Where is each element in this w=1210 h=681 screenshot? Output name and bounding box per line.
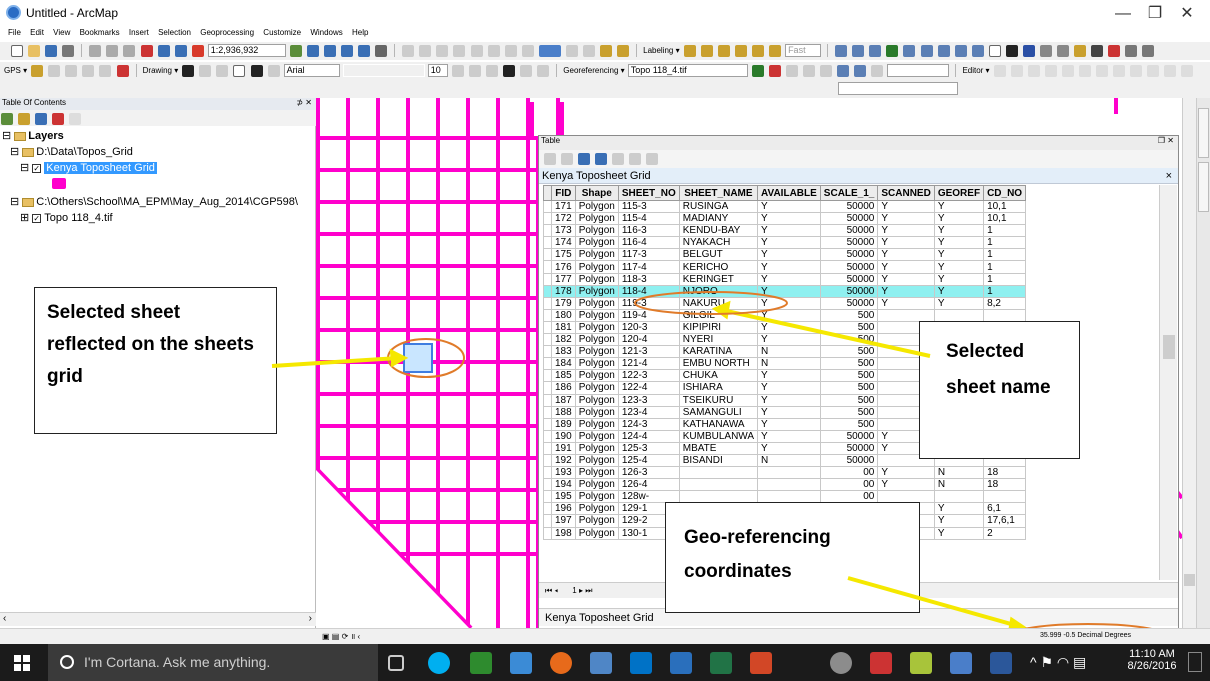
cortana-search-box[interactable]: I'm Cortana. Ask me anything. [48,644,378,681]
firefox-icon[interactable] [550,652,572,674]
arcmap-taskbar-icon[interactable] [590,652,612,674]
app-grid-icon[interactable] [470,652,492,674]
file-explorer-icon[interactable] [510,652,532,674]
cortana-placeholder: I'm Cortana. Ask me anything. [84,654,271,670]
clock-time: 11:10 AM [1129,648,1175,660]
system-tray-icons[interactable]: ^ ⚑ ◠ ▤ [1030,654,1086,671]
layout-view-icons[interactable]: ▣ ▤ ⟳ ॥ ‹ [322,631,360,642]
outlook-icon[interactable] [630,652,652,674]
paint-app-icon[interactable] [870,652,892,674]
annotation-overlay [271,291,1165,647]
arrow-to-name [721,308,931,358]
notifications-icon[interactable] [1188,652,1202,672]
excel-icon[interactable] [710,652,732,674]
clock-date: 8/26/2016 [1127,660,1177,672]
windows-start-icon[interactable] [14,655,30,671]
powerpoint-icon[interactable] [750,652,772,674]
coordinate-readout: 35.999 -0.5 Decimal Degrees [1040,632,1132,639]
word-icon[interactable] [990,652,1012,674]
network-app-icon[interactable] [830,652,852,674]
app-blue-icon[interactable] [670,652,692,674]
sheet-name-ellipse [634,291,788,315]
qgis-icon[interactable] [910,652,932,674]
windows-taskbar: I'm Cortana. Ask me anything. ^ ⚑ ◠ ▤ 11… [0,644,1210,681]
arrow-to-coords [847,576,1019,628]
arrow-to-sheet [271,356,399,368]
skype-icon[interactable] [428,652,450,674]
task-view-icon[interactable] [388,655,404,671]
cortana-icon [60,655,74,669]
status-bar: ▣ ▤ ⟳ ॥ ‹ 35.999 -0.5 Decimal Degrees [0,628,1210,644]
clock[interactable]: 11:10 AM 8/26/2016 [1122,648,1182,672]
arccatalog-icon[interactable] [950,652,972,674]
